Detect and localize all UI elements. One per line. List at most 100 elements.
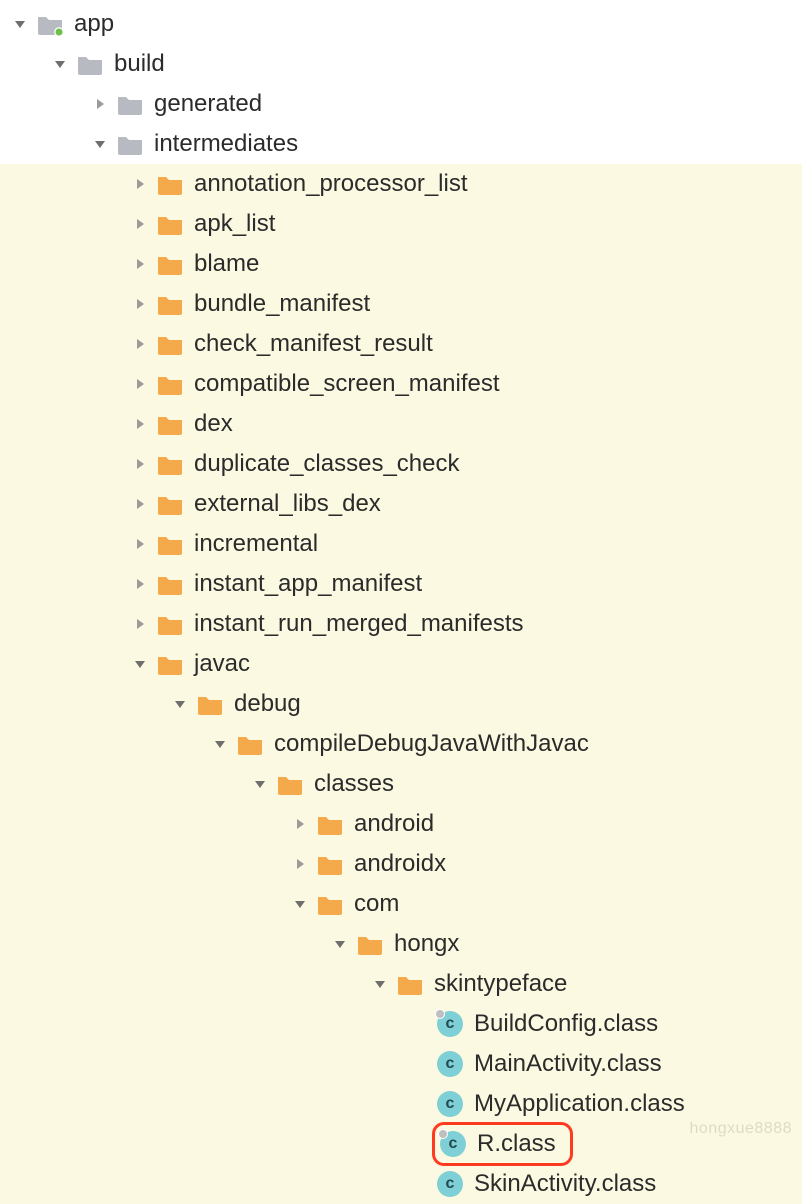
- highlighted-file: cR.class: [432, 1122, 573, 1166]
- tree-item-label: check_manifest_result: [194, 330, 433, 358]
- tree-item-label: external_libs_dex: [194, 490, 381, 518]
- tree-row[interactable]: com: [0, 884, 802, 924]
- tree-item-label: incremental: [194, 530, 318, 558]
- folder-icon: [156, 370, 184, 398]
- disclosure-expanded-icon[interactable]: [8, 12, 32, 36]
- tree-row[interactable]: javac: [0, 644, 802, 684]
- folder-icon: [156, 330, 184, 358]
- tree-row[interactable]: hongx: [0, 924, 802, 964]
- disclosure-collapsed-icon[interactable]: [128, 212, 152, 236]
- class-file-icon: c: [436, 1170, 464, 1198]
- disclosure-expanded-icon[interactable]: [208, 732, 232, 756]
- folder-icon: [316, 890, 344, 918]
- tree-row[interactable]: intermediates: [0, 124, 802, 164]
- disclosure-collapsed-icon[interactable]: [88, 92, 112, 116]
- tree-item-label: generated: [154, 90, 262, 118]
- tree-item-label: build: [114, 50, 165, 78]
- class-file-icon: c: [436, 1090, 464, 1118]
- disclosure-expanded-icon[interactable]: [248, 772, 272, 796]
- tree-row[interactable]: androidx: [0, 844, 802, 884]
- folder-icon: [156, 290, 184, 318]
- disclosure-collapsed-icon[interactable]: [128, 332, 152, 356]
- class-file-icon: c: [436, 1050, 464, 1078]
- folder-icon: [156, 610, 184, 638]
- folder-icon: [156, 210, 184, 238]
- tree-item-label: R.class: [477, 1130, 556, 1158]
- tree-row[interactable]: c MainActivity.class: [0, 1044, 802, 1084]
- disclosure-expanded-icon[interactable]: [128, 652, 152, 676]
- tree-row[interactable]: skintypeface: [0, 964, 802, 1004]
- tree-row[interactable]: bundle_manifest: [0, 284, 802, 324]
- disclosure-collapsed-icon[interactable]: [128, 492, 152, 516]
- tree-row[interactable]: blame: [0, 244, 802, 284]
- tree-item-label: MainActivity.class: [474, 1050, 662, 1078]
- tree-row[interactable]: check_manifest_result: [0, 324, 802, 364]
- project-tree[interactable]: appbuild generated intermediates annotation…: [0, 0, 802, 1204]
- disclosure-collapsed-icon[interactable]: [288, 852, 312, 876]
- disclosure-expanded-icon[interactable]: [48, 52, 72, 76]
- tree-row[interactable]: instant_run_merged_manifests: [0, 604, 802, 644]
- folder-icon: [156, 650, 184, 678]
- tree-row[interactable]: compileDebugJavaWithJavac: [0, 724, 802, 764]
- tree-item-label: compileDebugJavaWithJavac: [274, 730, 589, 758]
- tree-row[interactable]: annotation_processor_list: [0, 164, 802, 204]
- tree-row[interactable]: generated: [0, 84, 802, 124]
- tree-row[interactable]: classes: [0, 764, 802, 804]
- tree-item-label: debug: [234, 690, 301, 718]
- folder-icon: [156, 490, 184, 518]
- tree-row[interactable]: external_libs_dex: [0, 484, 802, 524]
- disclosure-collapsed-icon[interactable]: [128, 372, 152, 396]
- folder-icon: [276, 770, 304, 798]
- disclosure-collapsed-icon[interactable]: [128, 172, 152, 196]
- disclosure-expanded-icon[interactable]: [368, 972, 392, 996]
- tree-item-label: duplicate_classes_check: [194, 450, 460, 478]
- disclosure-expanded-icon[interactable]: [168, 692, 192, 716]
- disclosure-expanded-icon[interactable]: [288, 892, 312, 916]
- disclosure-collapsed-icon[interactable]: [128, 292, 152, 316]
- disclosure-collapsed-icon[interactable]: [128, 612, 152, 636]
- disclosure-collapsed-icon[interactable]: [128, 532, 152, 556]
- tree-row[interactable]: app: [0, 4, 802, 44]
- tree-item-label: apk_list: [194, 210, 275, 238]
- tree-row[interactable]: cBuildConfig.class: [0, 1004, 802, 1044]
- folder-icon: [156, 170, 184, 198]
- folder-icon: [156, 450, 184, 478]
- disclosure-collapsed-icon[interactable]: [128, 452, 152, 476]
- folder-icon: [156, 570, 184, 598]
- tree-item-label: compatible_screen_manifest: [194, 370, 500, 398]
- disclosure-expanded-icon[interactable]: [88, 132, 112, 156]
- tree-item-label: app: [74, 10, 114, 38]
- disclosure-collapsed-icon[interactable]: [288, 812, 312, 836]
- disclosure-collapsed-icon[interactable]: [128, 572, 152, 596]
- folder-icon: [76, 50, 104, 78]
- tree-row[interactable]: instant_app_manifest: [0, 564, 802, 604]
- tree-row[interactable]: build: [0, 44, 802, 84]
- disclosure-expanded-icon[interactable]: [328, 932, 352, 956]
- tree-item-label: dex: [194, 410, 233, 438]
- tree-row[interactable]: duplicate_classes_check: [0, 444, 802, 484]
- tree-item-label: instant_run_merged_manifests: [194, 610, 524, 638]
- tree-item-label: BuildConfig.class: [474, 1010, 658, 1038]
- disclosure-collapsed-icon[interactable]: [128, 252, 152, 276]
- tree-row[interactable]: incremental: [0, 524, 802, 564]
- tree-item-label: classes: [314, 770, 394, 798]
- tree-row[interactable]: cMyApplication.class: [0, 1084, 802, 1124]
- tree-row[interactable]: apk_list: [0, 204, 802, 244]
- tree-item-label: intermediates: [154, 130, 298, 158]
- tree-row[interactable]: debug: [0, 684, 802, 724]
- folder-icon: [356, 930, 384, 958]
- tree-row[interactable]: cR.class: [0, 1124, 802, 1164]
- folder-icon: [156, 530, 184, 558]
- tree-row[interactable]: compatible_screen_manifest: [0, 364, 802, 404]
- folder-icon: [236, 730, 264, 758]
- tree-row[interactable]: dex: [0, 404, 802, 444]
- folder-icon: [316, 850, 344, 878]
- tree-row[interactable]: android: [0, 804, 802, 844]
- disclosure-collapsed-icon[interactable]: [128, 412, 152, 436]
- tree-row[interactable]: cSkinActivity.class: [0, 1164, 802, 1204]
- module-folder-icon: [36, 10, 64, 38]
- tree-item-label: android: [354, 810, 434, 838]
- tree-item-label: hongx: [394, 930, 459, 958]
- tree-item-label: com: [354, 890, 399, 918]
- tree-item-label: instant_app_manifest: [194, 570, 422, 598]
